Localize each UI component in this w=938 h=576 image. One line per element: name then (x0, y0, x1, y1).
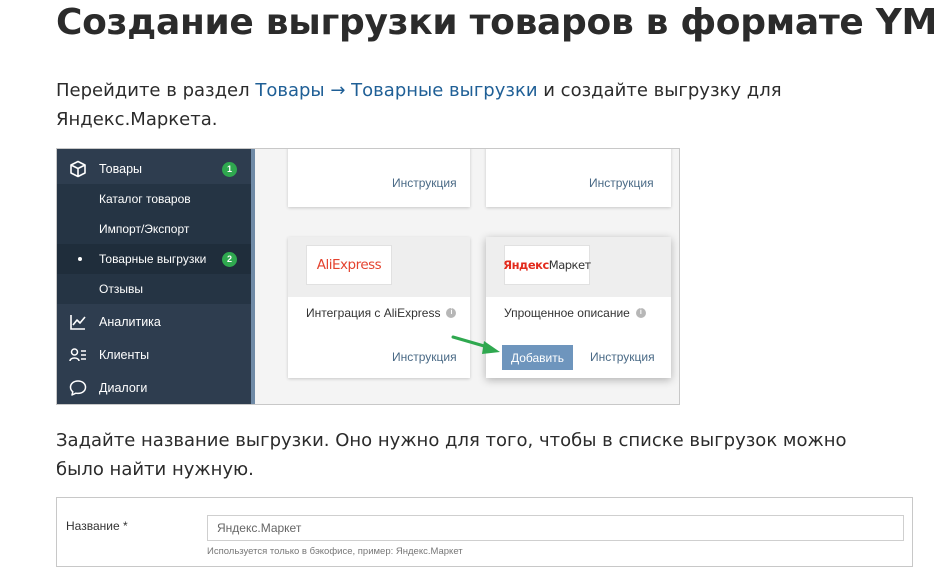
name-form-screenshot: Название * Используется только в бэкофис… (56, 497, 913, 567)
aliexpress-logo: AliExpress (306, 245, 392, 285)
name-field-hint: Используется только в бэкофисе, пример: … (207, 546, 463, 557)
sidebar-item-goods[interactable]: Товары 1 (57, 154, 251, 184)
info-icon: i (446, 308, 457, 318)
integration-card: Инструкция (288, 149, 470, 207)
sidebar-item-reviews[interactable]: Отзывы (57, 274, 251, 304)
active-bullet (78, 257, 82, 261)
sidebar-item-label: Товарные выгрузки (99, 252, 207, 266)
sidebar-item-catalog[interactable]: Каталог товаров (57, 184, 251, 214)
chat-bubble-icon (67, 377, 89, 399)
card-title: Интеграция с AliExpress i (306, 306, 457, 320)
sidebar-item-dialogs[interactable]: Диалоги (57, 373, 251, 403)
pointer-arrow-icon (451, 335, 500, 354)
sidebar-item-label: Импорт/Экспорт (99, 222, 190, 236)
sidebar-item-label: Клиенты (99, 348, 150, 362)
step2-paragraph: Задайте название выгрузки. Оно нужно для… (56, 430, 847, 480)
page-title: Создание выгрузки товаров в формате YML (56, 2, 938, 43)
sidebar-item-clients[interactable]: Клиенты (57, 340, 251, 370)
sidebar-item-import-export[interactable]: Импорт/Экспорт (57, 214, 251, 244)
link-goods-exports[interactable]: Товарные выгрузки (351, 80, 537, 101)
sidebar-edge (251, 149, 255, 404)
instruction-link[interactable]: Инструкция (590, 350, 655, 364)
cube-icon (67, 158, 89, 180)
instruction-link[interactable]: Инструкция (589, 176, 654, 190)
yandex-market-card: ЯндексМаркет Упрощенное описание i Добав… (486, 237, 671, 378)
intro-paragraph: Перейдите в раздел Товары → Товарные выг… (56, 80, 782, 130)
sidebar-item-label: Товары (99, 162, 142, 176)
aliexpress-card: AliExpress Интеграция с AliExpress i Инс… (288, 237, 470, 378)
yandex-market-logo: ЯндексМаркет (503, 245, 591, 285)
sidebar-item-label: Диалоги (99, 381, 148, 395)
goods-badge: 1 (222, 161, 237, 177)
integration-card: Инструкция (486, 149, 671, 207)
name-field-label: Название * (66, 519, 128, 533)
exports-screenshot: Товары 1 Каталог товаров Импорт/Экспорт … (56, 148, 680, 405)
user-list-icon (67, 344, 89, 366)
link-arrow[interactable]: → (325, 80, 352, 101)
sidebar-item-goods-exports[interactable]: Товарные выгрузки 2 (57, 244, 251, 274)
add-button[interactable]: Добавить (502, 345, 573, 370)
sidebar-item-label: Отзывы (99, 282, 143, 296)
card-title: Упрощенное описание i (504, 306, 646, 320)
sidebar-item-label: Аналитика (99, 315, 161, 329)
name-input[interactable] (207, 515, 904, 541)
instruction-link[interactable]: Инструкция (392, 350, 457, 364)
chart-line-icon (67, 311, 89, 333)
info-icon: i (635, 308, 646, 318)
exports-badge: 2 (222, 251, 237, 267)
sidebar: Товары 1 Каталог товаров Импорт/Экспорт … (57, 149, 251, 404)
link-goods[interactable]: Товары (255, 80, 324, 101)
instruction-link[interactable]: Инструкция (392, 176, 457, 190)
sidebar-item-analytics[interactable]: Аналитика (57, 307, 251, 337)
sidebar-item-label: Каталог товаров (99, 192, 191, 206)
